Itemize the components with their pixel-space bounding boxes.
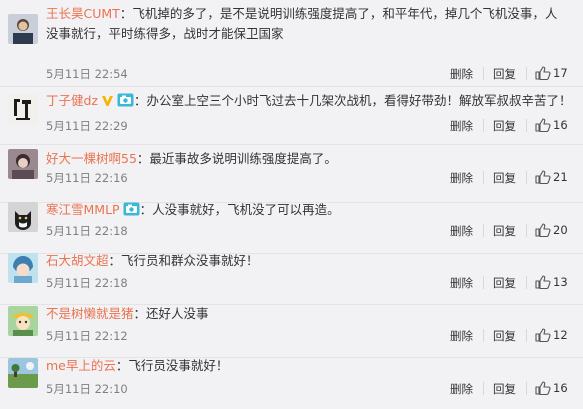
comment-time: 5月11日 22:16 (46, 171, 128, 185)
thumbs-up-icon[interactable] (535, 223, 551, 237)
comment-list: 王长昊CUMT：飞机掉的多了，是不是说明训练强度提高了，和平年代，掉几个飞机没事… (0, 0, 583, 409)
divider (483, 67, 484, 80)
username-link[interactable]: 丁子健dz (46, 93, 98, 108)
reply-button[interactable]: 回复 (493, 170, 516, 186)
divider (526, 171, 527, 184)
divider (526, 382, 527, 395)
thumbs-up-icon[interactable] (535, 66, 551, 80)
comment-text: ：飞行员和群众没事就好！ (108, 253, 259, 268)
avatar[interactable] (8, 358, 38, 388)
comment-text: ：最近事故多说明训练强度提高了。 (136, 151, 337, 166)
comment-item: 丁子健dz ：办公室上空三个小时飞过去十几架次战机，看得好带劲！解放军叔叔辛苦了！… (0, 87, 583, 145)
comment-text: ：人没事就好，飞机没了可以再造。 (139, 202, 340, 217)
delete-button[interactable]: 删除 (450, 223, 473, 239)
username-link[interactable]: 好大一棵树啊55 (46, 151, 137, 166)
thumbs-up-icon[interactable] (535, 328, 551, 342)
comment-text: ：办公室上空三个小时飞过去十几架次战机，看得好带劲！解放军叔叔辛苦了！ (134, 93, 572, 108)
reply-button[interactable]: 回复 (493, 66, 516, 82)
comment-item: 好大一棵树啊55：最近事故多说明训练强度提高了。 5月11日 22:16 删除 … (0, 145, 583, 203)
comment-content: 寒江雪MMLP ：人没事就好，飞机没了可以再造。 (46, 200, 576, 220)
username-link[interactable]: 石大胡文超 (46, 253, 109, 268)
divider (483, 171, 484, 184)
comment-text: ：飞行员没事就好！ (115, 358, 229, 373)
comment-text: ：飞机掉的多了，是不是说明训练强度提高了，和平年代，掉几个飞机没事，人没事就行，… (46, 6, 558, 41)
like-count: 12 (553, 328, 568, 342)
reply-button[interactable]: 回复 (493, 328, 516, 344)
divider (483, 224, 484, 237)
comment-item: me早上的云：飞行员没事就好！ 5月11日 22:10 删除 回复 16 (0, 352, 583, 409)
delete-button[interactable]: 删除 (450, 328, 473, 344)
divider (526, 329, 527, 342)
divider (483, 276, 484, 289)
like-count: 17 (553, 66, 568, 80)
username-link[interactable]: 不是树懒就是猪 (46, 306, 134, 321)
reply-button[interactable]: 回复 (493, 381, 516, 397)
comment-item: 石大胡文超：飞行员和群众没事就好！ 5月11日 22:18 删除 回复 13 (0, 247, 583, 305)
comment-content: 王长昊CUMT：飞机掉的多了，是不是说明训练强度提高了，和平年代，掉几个飞机没事… (46, 4, 568, 44)
like-count: 20 (553, 223, 568, 237)
like-count: 16 (553, 118, 568, 132)
reply-button[interactable]: 回复 (493, 118, 516, 134)
avatar[interactable] (8, 202, 38, 232)
reply-button[interactable]: 回复 (493, 223, 516, 239)
avatar[interactable] (8, 14, 38, 44)
avatar[interactable] (8, 306, 38, 336)
delete-button[interactable]: 删除 (450, 66, 473, 82)
thumbs-up-icon[interactable] (535, 118, 551, 132)
username-link[interactable]: me早上的云 (46, 358, 116, 373)
comment-text: ：还好人没事 (133, 306, 209, 321)
divider (526, 276, 527, 289)
thumbs-up-icon[interactable] (535, 381, 551, 395)
avatar[interactable] (8, 149, 38, 179)
thumbs-up-icon[interactable] (535, 170, 551, 184)
comment-item: 王长昊CUMT：飞机掉的多了，是不是说明训练强度提高了，和平年代，掉几个飞机没事… (0, 0, 583, 87)
comment-item: 寒江雪MMLP ：人没事就好，飞机没了可以再造。 5月11日 22:18 删除 回… (0, 196, 583, 254)
camera-badge-icon (117, 93, 134, 107)
thumbs-up-icon[interactable] (535, 275, 551, 289)
reply-button[interactable]: 回复 (493, 275, 516, 291)
comment-content: me早上的云：飞行员没事就好！ (46, 356, 576, 376)
divider (526, 67, 527, 80)
username-link[interactable]: 王长昊CUMT (46, 6, 120, 21)
delete-button[interactable]: 删除 (450, 170, 473, 186)
comment-content: 石大胡文超：飞行员和群众没事就好！ (46, 251, 576, 271)
divider (483, 382, 484, 395)
divider (483, 119, 484, 132)
delete-button[interactable]: 删除 (450, 381, 473, 397)
delete-button[interactable]: 删除 (450, 275, 473, 291)
divider (483, 329, 484, 342)
divider (526, 224, 527, 237)
username-link[interactable]: 寒江雪MMLP (46, 202, 120, 217)
comment-time: 5月11日 22:18 (46, 224, 128, 238)
avatar[interactable] (8, 253, 38, 283)
comment-time: 5月11日 22:10 (46, 382, 128, 396)
camera-badge-icon (123, 202, 140, 216)
comment-item: 不是树懒就是猪：还好人没事 5月11日 22:12 删除 回复 12 (0, 300, 583, 358)
like-count: 21 (553, 170, 568, 184)
comment-time: 5月11日 22:54 (46, 67, 128, 81)
avatar[interactable] (8, 94, 38, 124)
comment-content: 丁子健dz ：办公室上空三个小时飞过去十几架次战机，看得好带劲！解放军叔叔辛苦了！ (46, 91, 576, 111)
like-count: 13 (553, 275, 568, 289)
comment-time: 5月11日 22:29 (46, 119, 128, 133)
like-count: 16 (553, 381, 568, 395)
comment-content: 好大一棵树啊55：最近事故多说明训练强度提高了。 (46, 149, 576, 169)
v-badge-icon (102, 96, 113, 106)
divider (526, 119, 527, 132)
comment-time: 5月11日 22:12 (46, 329, 128, 343)
comment-time: 5月11日 22:18 (46, 276, 128, 290)
delete-button[interactable]: 删除 (450, 118, 473, 134)
comment-content: 不是树懒就是猪：还好人没事 (46, 304, 576, 324)
